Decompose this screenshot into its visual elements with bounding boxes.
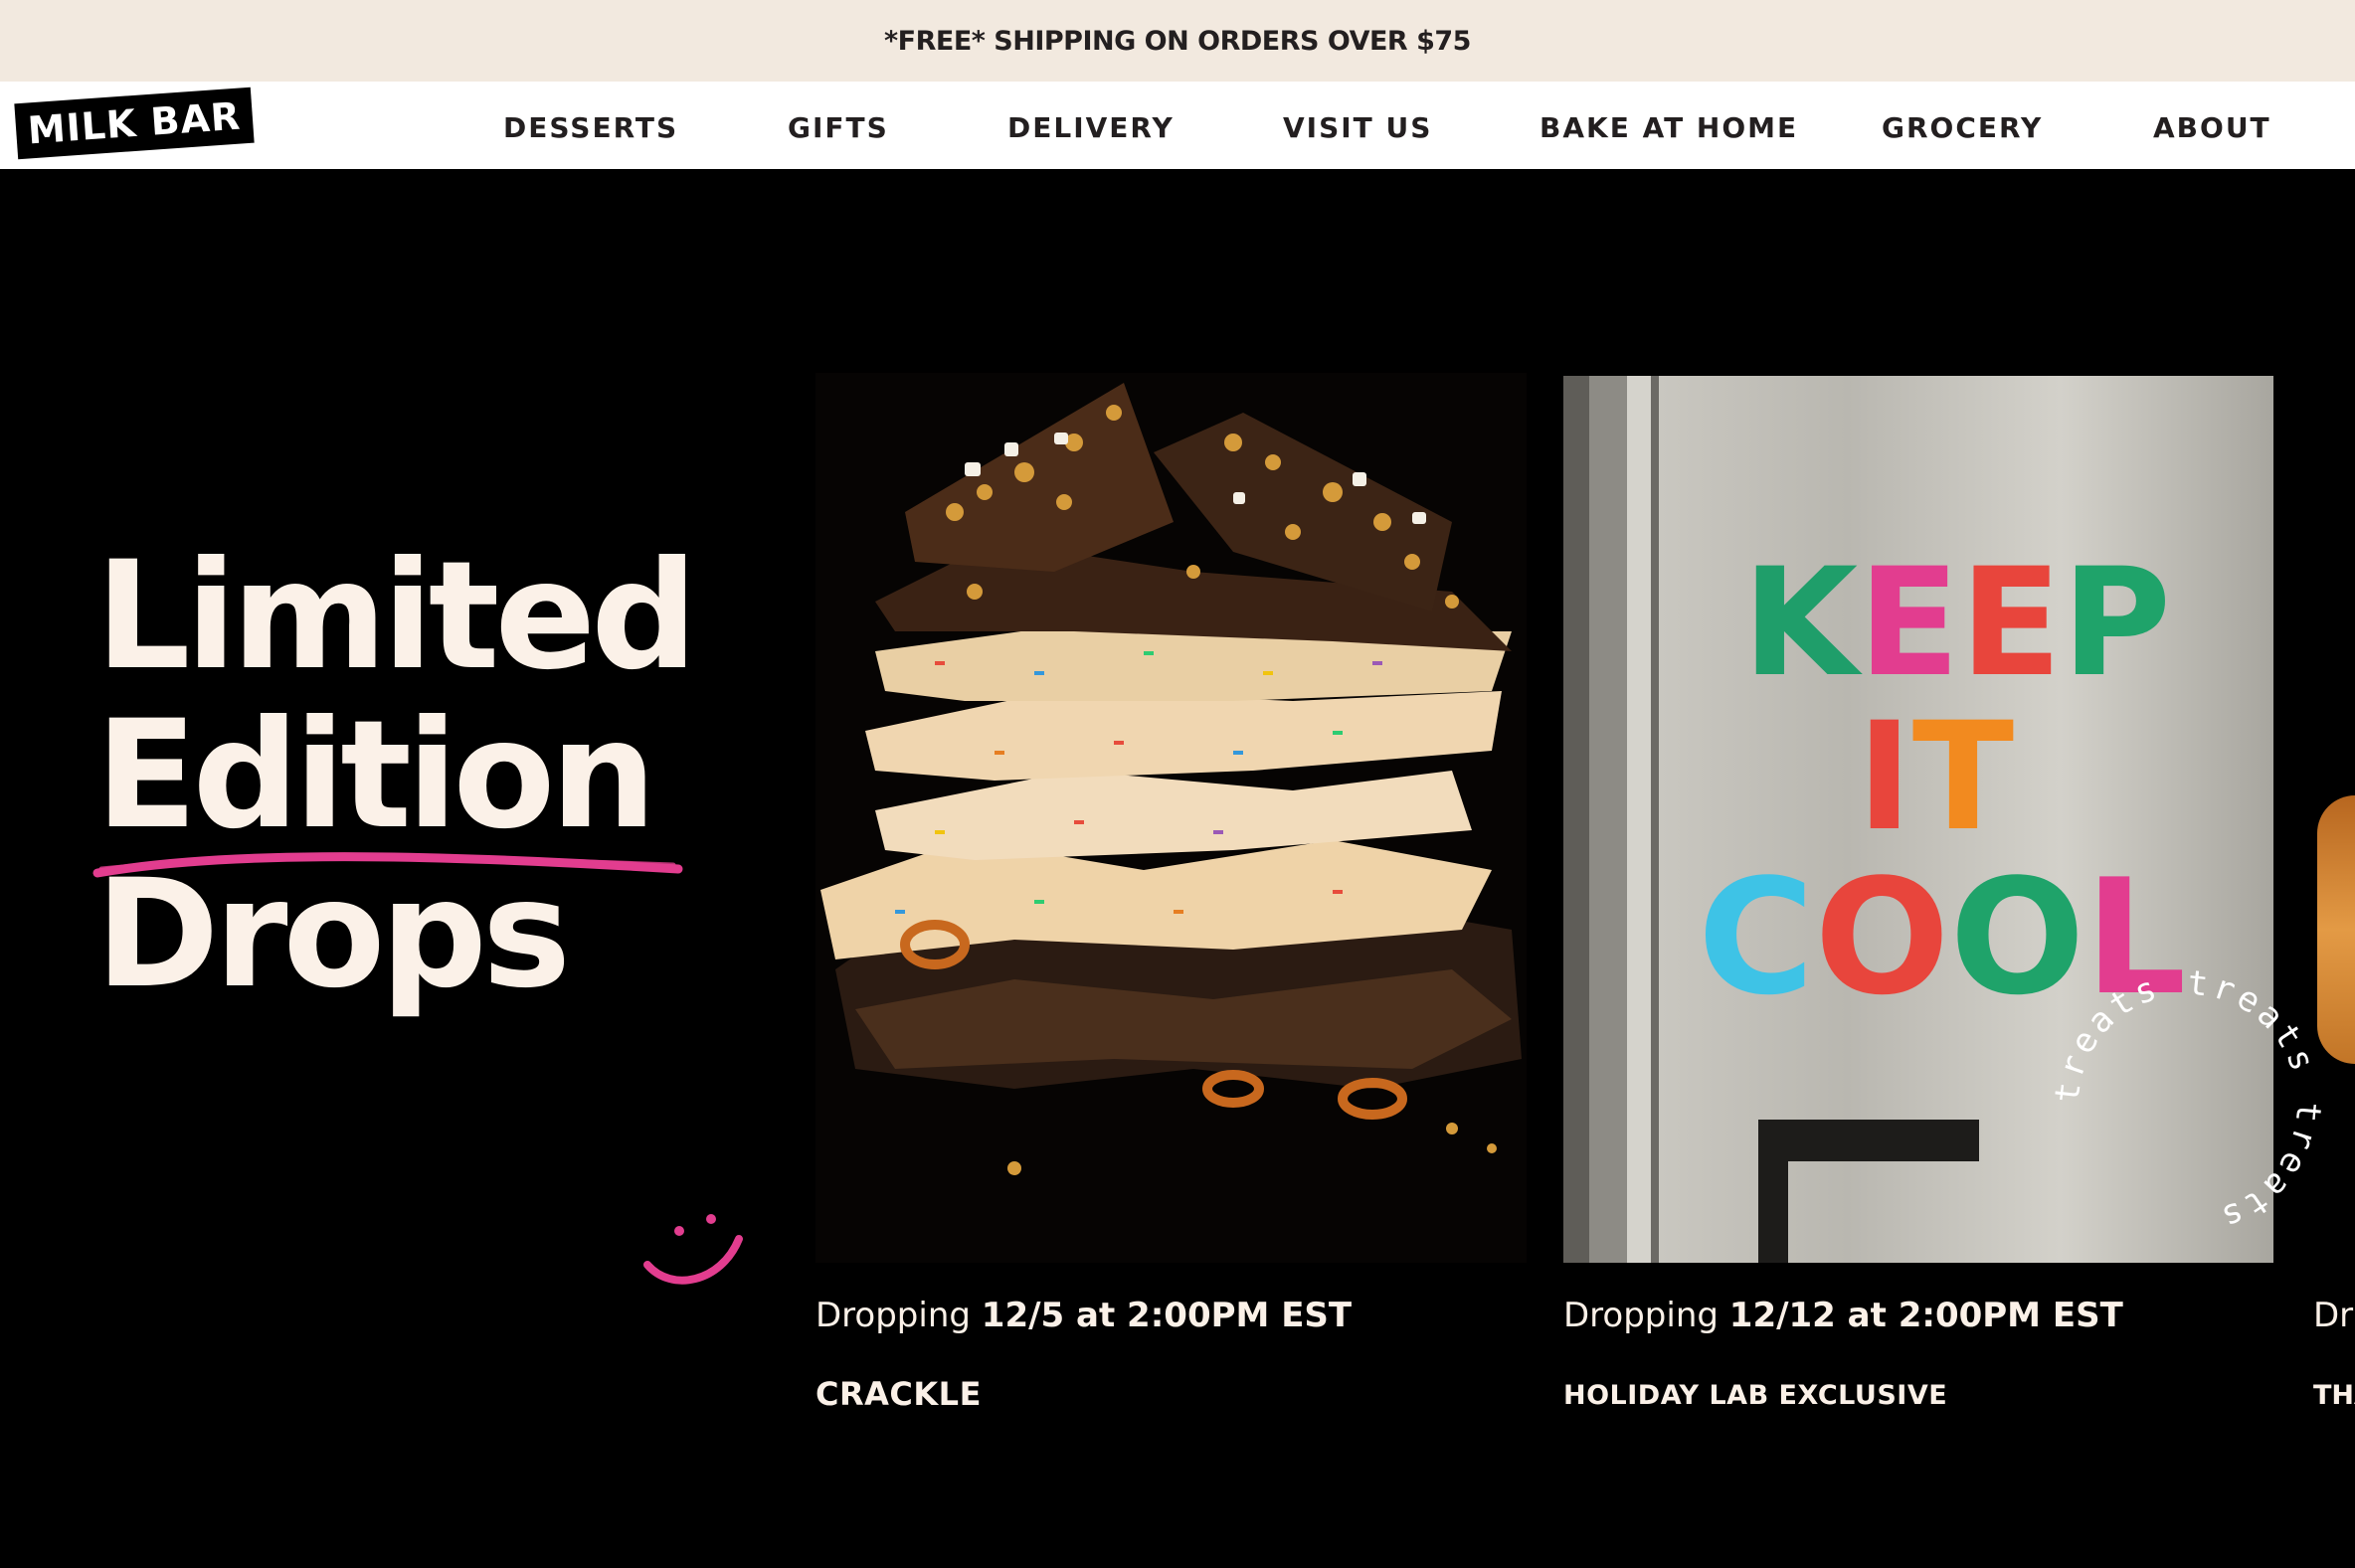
crackle-image[interactable] <box>815 373 1527 1263</box>
announcement-text: *FREE* SHIPPING ON ORDERS OVER $75 <box>884 25 1471 57</box>
nav-grocery[interactable]: GROCERY <box>1882 111 2043 144</box>
nav-about[interactable]: ABOUT <box>2153 111 2271 144</box>
smiley-doodle-icon <box>643 1214 743 1285</box>
main-nav: MILK BAR DESSERTS GIFTS DELIVERY VISIT U… <box>0 82 2355 169</box>
drop-1-when: 12/5 at 2:00PM EST <box>981 1296 1353 1335</box>
drop-2-date: Dropping 12/12 at 2:00PM EST <box>1563 1296 2123 1335</box>
drop-2-when: 12/12 at 2:00PM EST <box>1728 1296 2123 1335</box>
nav-desserts[interactable]: DESSERTS <box>503 111 678 144</box>
drop-3-image-peek[interactable] <box>2317 795 2355 1064</box>
scribble-underline-icon <box>92 852 683 878</box>
nav-delivery[interactable]: DELIVERY <box>1007 111 1175 144</box>
svg-text:KEEP: KEEP <box>1742 537 2171 710</box>
headline-line-2: Edition <box>95 689 656 862</box>
drop-3-prefix: Dr <box>2313 1296 2354 1335</box>
logo-text: MILK BAR <box>26 93 243 153</box>
drop-1-name[interactable]: CRACKLE <box>815 1375 982 1413</box>
nav-bake-at-home[interactable]: BAKE AT HOME <box>1540 111 1798 144</box>
hero-headline: Limited Edition Drops <box>95 530 698 1014</box>
drop-2-name[interactable]: HOLIDAY LAB EXCLUSIVE <box>1563 1380 1947 1411</box>
treats-badge-icon: treats treats treats <box>2049 962 2327 1239</box>
magnet-k: K <box>1742 537 1863 710</box>
drop-1-date: Dropping 12/5 at 2:00PM EST <box>815 1296 1352 1335</box>
milk-bar-logo[interactable]: MILK BAR <box>14 87 255 160</box>
nav-gifts[interactable]: GIFTS <box>788 111 889 144</box>
drop-2-prefix: Dropping <box>1563 1296 1719 1335</box>
announcement-bar: *FREE* SHIPPING ON ORDERS OVER $75 <box>0 0 2355 82</box>
drop-1-prefix: Dropping <box>815 1296 971 1335</box>
nav-visit-us[interactable]: VISIT US <box>1283 111 1432 144</box>
svg-text:treats treats treats: treats treats treats <box>2049 962 2327 1239</box>
crackle-stack-illustration <box>815 373 1527 1263</box>
drop-3-name[interactable]: THA <box>2313 1380 2355 1411</box>
svg-text:IT: IT <box>1857 691 2014 864</box>
headline-line-1: Limited <box>95 530 698 703</box>
